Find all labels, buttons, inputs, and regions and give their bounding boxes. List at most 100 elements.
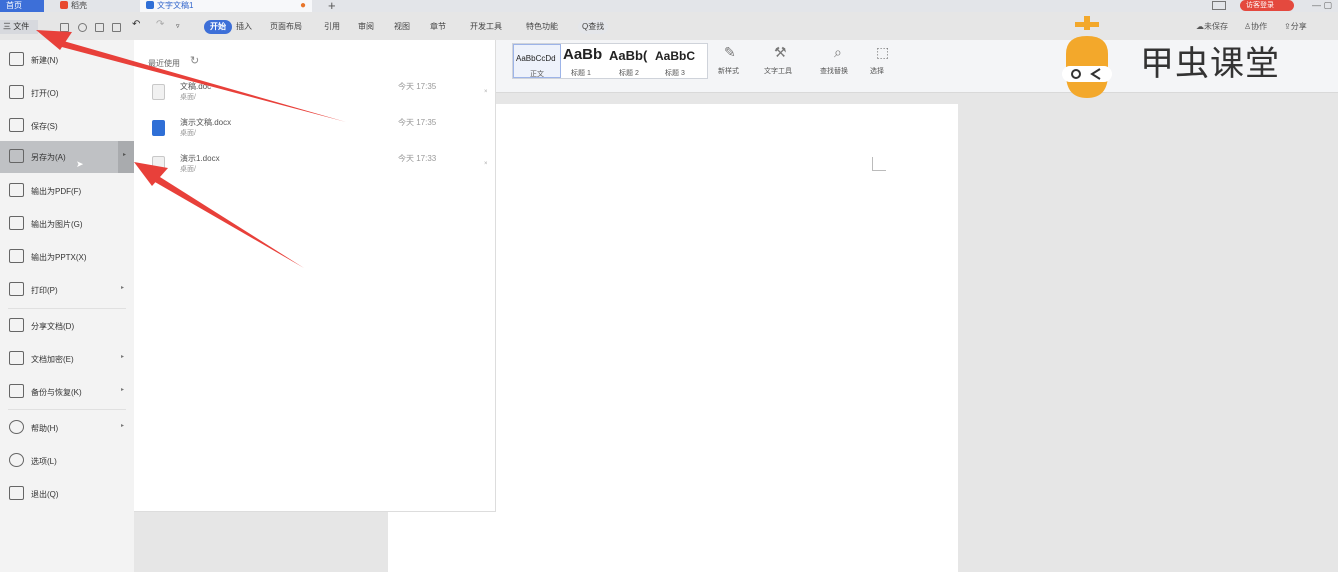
style-normal-label: 正文 (530, 71, 544, 78)
encrypt-icon (9, 351, 24, 365)
wps-window: { "tabbar": { "home": "首页", "daoke": "稻壳… (0, 0, 1338, 572)
menu-item-label: 输出为PDF(F) (31, 187, 82, 196)
recent-file-time: 今天 17:33 (398, 154, 437, 163)
tab-review[interactable]: 审阅 (358, 20, 374, 34)
new-style-icon: ✎ (724, 44, 736, 60)
menu-item-exit[interactable]: 退出(Q) (0, 478, 134, 510)
recent-file-name: 演示1.docx (180, 154, 220, 163)
tab-bar: 首页 稻壳 文字文稿1 ● + 访客登录 — ▢ (0, 0, 1338, 12)
save-as-submenu-toggle[interactable]: ▸ (118, 141, 134, 173)
menu-item-label: 输出为图片(G) (31, 220, 83, 229)
submenu-arrow-icon: ▸ (123, 152, 127, 158)
backup-icon (9, 384, 24, 398)
menu-item-help[interactable]: 帮助(H) ▸ (0, 412, 134, 444)
tab-references[interactable]: 引用 (324, 20, 340, 34)
recent-file-time: 今天 17:35 (398, 118, 437, 127)
menu-item-label: 打开(O) (31, 89, 59, 98)
quick-access-dropdown-icon[interactable]: ▿ (176, 22, 185, 31)
menu-item-save-as[interactable]: 另存为(A) ➤ (0, 141, 134, 173)
recent-file-path: 桌面/ (180, 166, 196, 173)
select-label: 选择 (870, 68, 884, 75)
menu-item-label: 另存为(A) (31, 153, 66, 162)
recent-file-name: 演示文稿.docx (180, 118, 232, 127)
undo-history-icon[interactable] (78, 23, 87, 32)
style-normal[interactable]: AaBbCcDd 正文 (513, 44, 561, 78)
tab-home[interactable]: 首页 (0, 0, 44, 12)
unsaved-dot-icon: ● (299, 0, 306, 11)
logo-text: 甲虫课堂 (1140, 44, 1280, 84)
window-layout-icon[interactable] (1212, 1, 1226, 10)
tab-features[interactable]: 特色功能 (526, 20, 558, 34)
new-tab-button[interactable]: + (322, 0, 342, 12)
style-gallery: AaBbCcDd 正文 AaBb 标题 1 AaBb( 标题 2 AaBbC 标… (512, 43, 708, 79)
select-cursor-icon: ⬚ (876, 44, 890, 60)
file-icon (152, 156, 165, 172)
submenu-arrow-icon: ▸ (121, 285, 125, 291)
menu-item-backup[interactable]: 备份与恢复(K) ▸ (0, 376, 134, 408)
tab-start[interactable]: 开始 (204, 20, 232, 34)
beetle-mascot-icon (1062, 16, 1112, 98)
style-heading3[interactable]: AaBbC 标题 3 (655, 44, 703, 78)
redo-icon[interactable]: ↷ (156, 19, 165, 30)
pin-icon[interactable]: × (484, 161, 488, 167)
tab-insert[interactable]: 插入 (236, 20, 252, 34)
tab-daoke[interactable]: 稻壳 (54, 0, 134, 12)
menu-item-label: 分享文档(D) (31, 322, 75, 331)
recent-file-row[interactable]: 演示1.docx 桌面/ 今天 17:33 × (134, 150, 496, 184)
menu-item-options[interactable]: 选项(L) (0, 445, 134, 477)
style-normal-sample: AaBbCcDd (516, 54, 556, 63)
tab-page-layout[interactable]: 页面布局 (270, 20, 302, 34)
image-export-icon (9, 216, 24, 230)
recent-file-time: 今天 17:35 (398, 82, 437, 91)
menu-item-label: 输出为PPTX(X) (31, 253, 87, 262)
recent-file-row[interactable]: 文稿.doc 桌面/ 今天 17:35 × (134, 78, 496, 112)
tab-view[interactable]: 视图 (394, 20, 410, 34)
daoke-icon (60, 1, 68, 9)
recent-files-panel: 最近使用 ↻ 文稿.doc 桌面/ 今天 17:35 × 演示文稿.docx 桌… (134, 40, 496, 512)
minimize-icon[interactable]: — ▢ (1312, 0, 1332, 11)
style-heading2[interactable]: AaBb( 标题 2 (609, 44, 657, 78)
share-icon (9, 318, 24, 332)
tab-document[interactable]: 文字文稿1 ● (140, 0, 312, 12)
text-tools-label: 文字工具 (764, 68, 792, 75)
menu-item-share[interactable]: 分享文档(D) (0, 310, 134, 342)
save-as-icon (9, 149, 24, 163)
menu-item-export-image[interactable]: 输出为图片(G) (0, 208, 134, 240)
menu-item-export-pptx[interactable]: 输出为PPTX(X) (0, 241, 134, 273)
preview-icon[interactable] (112, 23, 121, 32)
tab-chapter[interactable]: 章节 (430, 20, 446, 34)
exit-icon (9, 486, 24, 500)
menu-item-label: 新建(N) (31, 56, 59, 65)
pin-icon[interactable]: × (484, 89, 488, 95)
style-heading1[interactable]: AaBb 标题 1 (563, 44, 611, 78)
pdf-export-icon (9, 183, 24, 197)
recent-file-path: 桌面/ (180, 130, 196, 137)
menu-item-print[interactable]: 打印(P) ▸ (0, 274, 134, 306)
file-icon (152, 84, 165, 100)
menu-item-save[interactable]: 保存(S) (0, 110, 134, 142)
style-heading1-label: 标题 1 (571, 70, 591, 77)
menu-item-label: 退出(Q) (31, 490, 59, 499)
recent-title: 最近使用 (148, 59, 180, 68)
file-menu-button[interactable]: 三 文件 (0, 20, 38, 34)
folder-open-icon (9, 85, 24, 99)
style-heading3-sample: AaBbC (655, 49, 696, 63)
print-icon (9, 282, 24, 296)
search-button[interactable]: Q查找 (578, 20, 609, 34)
menu-item-encrypt[interactable]: 文档加密(E) ▸ (0, 343, 134, 375)
submenu-arrow-icon: ▸ (121, 423, 125, 429)
refresh-icon[interactable]: ↻ (190, 54, 199, 67)
new-icon[interactable] (60, 23, 69, 32)
recent-file-row[interactable]: 演示文稿.docx 桌面/ 今天 17:35 (134, 114, 496, 148)
menu-item-new[interactable]: 新建(N) (0, 44, 134, 76)
menu-item-export-pdf[interactable]: 输出为PDF(F) (0, 175, 134, 207)
tab-developer[interactable]: 开发工具 (470, 20, 502, 34)
wrench-icon: ⚒ (774, 44, 787, 60)
undo-icon[interactable]: ↶ (132, 19, 141, 30)
help-icon (9, 420, 24, 434)
menu-item-open[interactable]: 打开(O) (0, 77, 134, 109)
print-quick-icon[interactable] (95, 23, 104, 32)
guest-login-button[interactable]: 访客登录 (1240, 0, 1294, 11)
style-heading1-sample: AaBb (563, 46, 603, 63)
new-doc-icon (9, 52, 24, 66)
